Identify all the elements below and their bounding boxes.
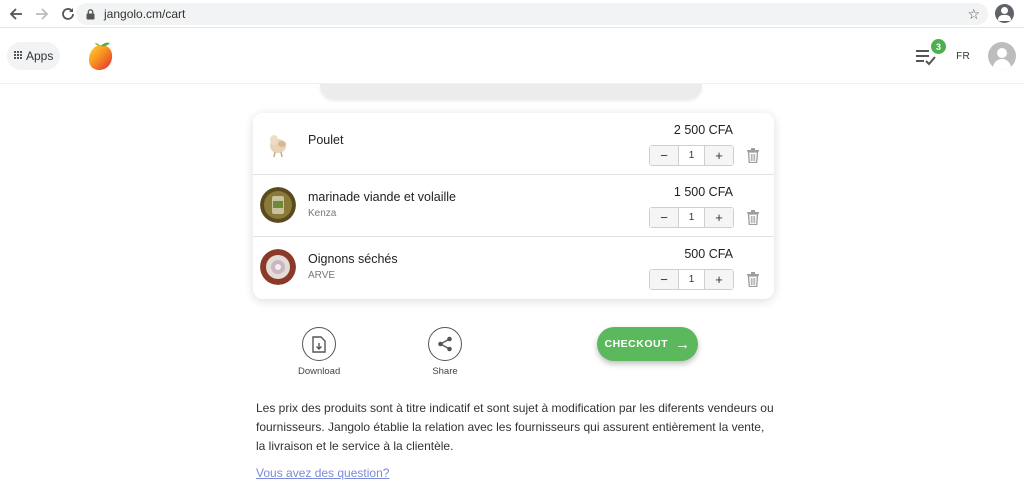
address-bar[interactable]: jangolo.cm/cart ☆ bbox=[76, 3, 988, 25]
price-disclaimer: Les prix des produits sont à titre indic… bbox=[256, 401, 774, 453]
item-name: Oignons séchés bbox=[308, 252, 398, 266]
download-label: Download bbox=[298, 366, 341, 377]
share-action[interactable]: Share bbox=[428, 327, 462, 377]
grid-icon bbox=[14, 51, 23, 60]
arrow-right-icon: → bbox=[675, 335, 691, 353]
download-icon bbox=[312, 335, 326, 353]
increase-quantity-button[interactable]: + bbox=[705, 146, 733, 165]
item-price: 1 500 CFA bbox=[673, 185, 733, 199]
share-label: Share bbox=[432, 366, 458, 377]
quantity-stepper: − 1 + bbox=[649, 269, 734, 290]
item-price: 500 CFA bbox=[684, 247, 733, 261]
checkout-button[interactable]: CHECKOUT → bbox=[597, 327, 698, 361]
checkout-label: CHECKOUT bbox=[604, 338, 668, 350]
quantity-stepper: − 1 + bbox=[649, 207, 734, 228]
share-icon bbox=[438, 336, 452, 352]
back-arrow-icon[interactable] bbox=[6, 4, 26, 24]
forward-arrow-icon[interactable] bbox=[32, 4, 52, 24]
item-vendor: Kenza bbox=[308, 208, 337, 219]
download-button[interactable] bbox=[302, 327, 337, 361]
cart-item-row: Oignons séchés ARVE 500 CFA − 1 + bbox=[253, 237, 774, 299]
lock-icon bbox=[86, 8, 95, 20]
questions-link[interactable]: Vous avez des question? bbox=[256, 466, 389, 480]
product-thumbnail-marinade bbox=[260, 187, 296, 223]
trash-icon[interactable] bbox=[747, 272, 759, 288]
cart-item-row: marinade viande et volaille Kenza 1 500 … bbox=[253, 175, 774, 237]
increase-quantity-button[interactable]: + bbox=[705, 208, 733, 227]
user-avatar[interactable] bbox=[988, 42, 1016, 70]
browser-profile-icon[interactable] bbox=[995, 4, 1014, 23]
decrease-quantity-button[interactable]: − bbox=[650, 208, 678, 227]
search-bar-remnant bbox=[320, 84, 702, 99]
app-header: Apps 3 FR bbox=[0, 28, 1024, 84]
quantity-value[interactable]: 1 bbox=[678, 208, 705, 227]
decrease-quantity-button[interactable]: − bbox=[650, 146, 678, 165]
quantity-value[interactable]: 1 bbox=[678, 270, 705, 289]
quantity-stepper: − 1 + bbox=[649, 145, 734, 166]
bookmark-star-icon[interactable]: ☆ bbox=[967, 6, 980, 23]
url-text: jangolo.cm/cart bbox=[104, 7, 186, 21]
cart-item-row: Poulet 2 500 CFA − 1 + bbox=[253, 113, 774, 175]
item-name: Poulet bbox=[308, 133, 344, 147]
shopping-list-icon[interactable]: 3 bbox=[914, 39, 947, 68]
product-thumbnail-poulet bbox=[260, 125, 296, 161]
item-vendor: ARVE bbox=[308, 270, 336, 281]
language-toggle[interactable]: FR bbox=[956, 51, 970, 62]
jangolo-logo[interactable] bbox=[88, 41, 114, 71]
download-action[interactable]: Download bbox=[298, 327, 340, 377]
apps-label: Apps bbox=[26, 48, 54, 63]
product-thumbnail-oignons bbox=[260, 249, 296, 285]
decrease-quantity-button[interactable]: − bbox=[650, 270, 678, 289]
browser-toolbar: jangolo.cm/cart ☆ bbox=[0, 0, 1024, 28]
trash-icon[interactable] bbox=[747, 210, 759, 226]
trash-icon[interactable] bbox=[747, 148, 759, 164]
increase-quantity-button[interactable]: + bbox=[705, 270, 733, 289]
list-count-badge: 3 bbox=[931, 39, 947, 54]
reload-icon[interactable] bbox=[58, 4, 78, 24]
cart-card: Poulet 2 500 CFA − 1 + marinade viande e… bbox=[253, 113, 774, 299]
share-button[interactable] bbox=[428, 327, 462, 361]
apps-button[interactable]: Apps bbox=[7, 41, 61, 70]
item-price: 2 500 CFA bbox=[673, 123, 733, 137]
quantity-value[interactable]: 1 bbox=[678, 146, 705, 165]
item-name: marinade viande et volaille bbox=[308, 190, 457, 204]
